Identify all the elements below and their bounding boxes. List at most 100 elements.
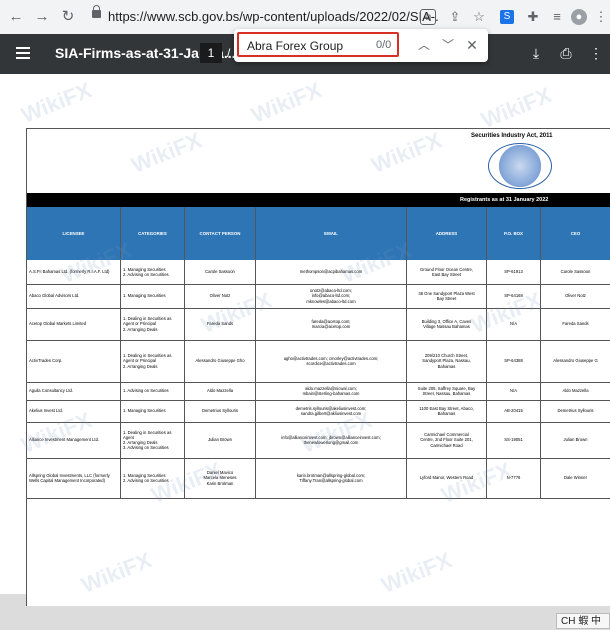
cell-ceo: Demetrius Syllouris	[541, 400, 610, 422]
cell-contact: Alessandro Giuseppe Gho	[185, 340, 256, 382]
cell-ceo: Julian Brown	[541, 422, 610, 458]
find-previous-icon[interactable]: ︿	[416, 37, 432, 53]
cell-categories: 1. Dealing in Securities as Agent or Pri…	[121, 340, 185, 382]
forward-arrow-icon: →	[34, 8, 50, 25]
cell-categories: 1. Managing Securities 2. Advising on Se…	[121, 458, 185, 498]
table-row: ActivTrades Corp. 1. Dealing in Securitie…	[27, 340, 610, 383]
cell-address: Suite 205, Saffrey Square, Bay Street, N…	[407, 382, 487, 400]
cell-ceo: Fareda Sands	[541, 308, 610, 340]
reading-mode-icon[interactable]: ⧉	[420, 9, 436, 25]
cell-pobox: N/A	[487, 382, 541, 400]
extensions-puzzle-icon[interactable]: ✚	[524, 8, 542, 26]
download-icon[interactable]: ⤓	[527, 44, 545, 62]
cell-email: info@allianceinvest.com; jbrown@alliance…	[256, 422, 407, 458]
cell-licensee: A.S.P.I Bahamas Ltd. (formerly R.I.A.F. …	[27, 260, 121, 284]
document-header: Securities Industry Act, 2011	[27, 129, 610, 194]
cell-categories: 1. Managing Securities	[121, 400, 185, 422]
cell-pobox: AB-20415	[487, 400, 541, 422]
ime-indicator: CH 蝦 中	[556, 613, 610, 629]
cell-ceo: Aldo Mazzella	[541, 382, 610, 400]
table-row: Alliance Investment Management Ltd. 1. De…	[27, 422, 610, 459]
share-icon[interactable]: ⇪	[446, 8, 464, 26]
cell-pobox: SS-19051	[487, 422, 541, 458]
reload-icon: ↻	[61, 8, 75, 25]
act-title: Securities Industry Act, 2011	[471, 133, 553, 139]
column-header-address: ADDRESS	[407, 207, 487, 260]
profile-avatar-icon[interactable]: ●	[571, 9, 587, 25]
cell-contact: Daniel Mavico Marcela Meneses Karin Brot…	[185, 458, 256, 498]
cell-pobox: N-7776	[487, 458, 541, 498]
cell-email: aldo.mazzella@nicwal.com; mbain@sterling…	[256, 382, 407, 400]
find-input[interactable]: Abra Forex Group	[237, 32, 399, 57]
cell-categories: 1. Dealing in Securities as Agent 2. Arr…	[121, 422, 185, 458]
find-bar: Abra Forex Group 0/0 ︿ ﹀ ✕	[234, 29, 488, 62]
cell-licensee: Aguila Consultancy Ltd.	[27, 382, 121, 400]
pdf-viewer[interactable]: Securities Industry Act, 2011 Registrant…	[0, 74, 610, 629]
column-header-email: EMAIL	[256, 207, 407, 260]
column-header-contact: CONTACT PERSON	[185, 207, 256, 260]
back-arrow-icon: ←	[8, 8, 24, 25]
find-close-icon[interactable]: ✕	[464, 37, 480, 53]
cell-licensee: ActivTrades Corp.	[27, 340, 121, 382]
table-row: A.S.P.I Bahamas Ltd. (formerly R.I.A.F. …	[27, 260, 610, 285]
cell-contact: Carole Sassoon	[185, 260, 256, 284]
registrants-banner: Registrants as at 31 January 2022	[27, 193, 610, 207]
cell-address: Building 3, Office A, Caves Village Nass…	[407, 308, 487, 340]
cell-email: demetris.syllouris@akeliusinvest.com; sa…	[256, 400, 407, 422]
cell-contact: Demetrius Syllouris	[185, 400, 256, 422]
cell-categories: 1. Advising on Securities	[121, 382, 185, 400]
cell-contact: Julian Brown	[185, 422, 256, 458]
cell-categories: 1. Managing Securities	[121, 284, 185, 308]
bookmark-star-icon[interactable]: ☆	[470, 8, 488, 26]
address-bar[interactable]: https://www.scb.gov.bs/wp-content/upload…	[108, 5, 438, 29]
cell-email: methompson@acpibahamas.com	[256, 260, 407, 284]
table-row: Abaco Global Advisors Ltd. 1. Managing Se…	[27, 284, 610, 309]
cell-email: onotz@abaco-ltd.com; info@abaco-ltd.com;…	[256, 284, 407, 308]
more-options-icon[interactable]: ⋮	[587, 44, 605, 62]
page-number-input[interactable]: 1	[200, 43, 222, 63]
print-icon[interactable]: ⎙	[557, 44, 575, 62]
cell-contact: Oliver Notz	[185, 284, 256, 308]
forward-button[interactable]: →	[32, 7, 52, 27]
find-match-count: 0/0	[376, 39, 392, 51]
cell-email: karin.brotman@allspring-global.com; Tiff…	[256, 458, 407, 498]
cell-pobox: SP-64168	[487, 284, 541, 308]
cell-address: 209/210 Church Street, Sandyport Plaza, …	[407, 340, 487, 382]
column-header-categories: CATEGORIES	[121, 207, 185, 260]
cell-address: Lyford Manor, Western Road	[407, 458, 487, 498]
cell-ceo: Alessandro Giuseppe G	[541, 340, 610, 382]
table-row: Aguila Consultancy Ltd. 1. Advising on Se…	[27, 382, 610, 401]
column-header-pobox: P.O. BOX	[487, 207, 541, 260]
cell-email: agho@activtrades.com; cmorley@activtrade…	[256, 340, 407, 382]
cell-licensee: Acetop Global Markets Limited	[27, 308, 121, 340]
column-header-licensee: LICENSEE	[27, 207, 121, 260]
find-next-icon[interactable]: ﹀	[440, 37, 456, 53]
cell-pobox: N/A	[487, 308, 541, 340]
cell-contact: Fareda Sands	[185, 308, 256, 340]
lock-icon	[92, 5, 101, 18]
cell-licensee: Abaco Global Advisors Ltd.	[27, 284, 121, 308]
extension-s-icon[interactable]: S	[500, 10, 514, 24]
table-row: Allspring Global Investments, LLC (forme…	[27, 458, 610, 499]
cell-licensee: Allspring Global Investments, LLC (forme…	[27, 458, 121, 498]
cell-address: Carmichael Commercial Centre, 2nd Floor …	[407, 422, 487, 458]
cell-email: fareda@acetop.com; marcia@acetop.com	[256, 308, 407, 340]
reading-list-icon[interactable]: ≡	[548, 8, 566, 26]
cell-ceo: Oliver Notz	[541, 284, 610, 308]
menu-hamburger-icon[interactable]	[16, 47, 30, 49]
cell-ceo: Carole Sassoon	[541, 260, 610, 284]
cell-address: Ground Floor Ocean Centre, East Bay Stre…	[407, 260, 487, 284]
pdf-page: Securities Industry Act, 2011 Registrant…	[26, 128, 610, 606]
cell-pobox: SP-61913	[487, 260, 541, 284]
commission-seal-logo	[488, 143, 552, 189]
back-button[interactable]: ←	[6, 7, 26, 27]
cell-ceo: Dale Winner	[541, 458, 610, 498]
browser-menu-icon[interactable]: ⋮	[592, 8, 610, 26]
cell-categories: 1. Dealing in Securities as Agent or Pri…	[121, 308, 185, 340]
reload-button[interactable]: ↻	[58, 7, 78, 27]
cell-pobox: SP-64388	[487, 340, 541, 382]
cell-contact: Aldo Mazzella	[185, 382, 256, 400]
table-row: Acetop Global Markets Limited 1. Dealing …	[27, 308, 610, 341]
cell-address: 1100 East Bay Street, Abaco, Bahamas	[407, 400, 487, 422]
cell-address: 38 One Sandyport Plaza West Bay Street	[407, 284, 487, 308]
